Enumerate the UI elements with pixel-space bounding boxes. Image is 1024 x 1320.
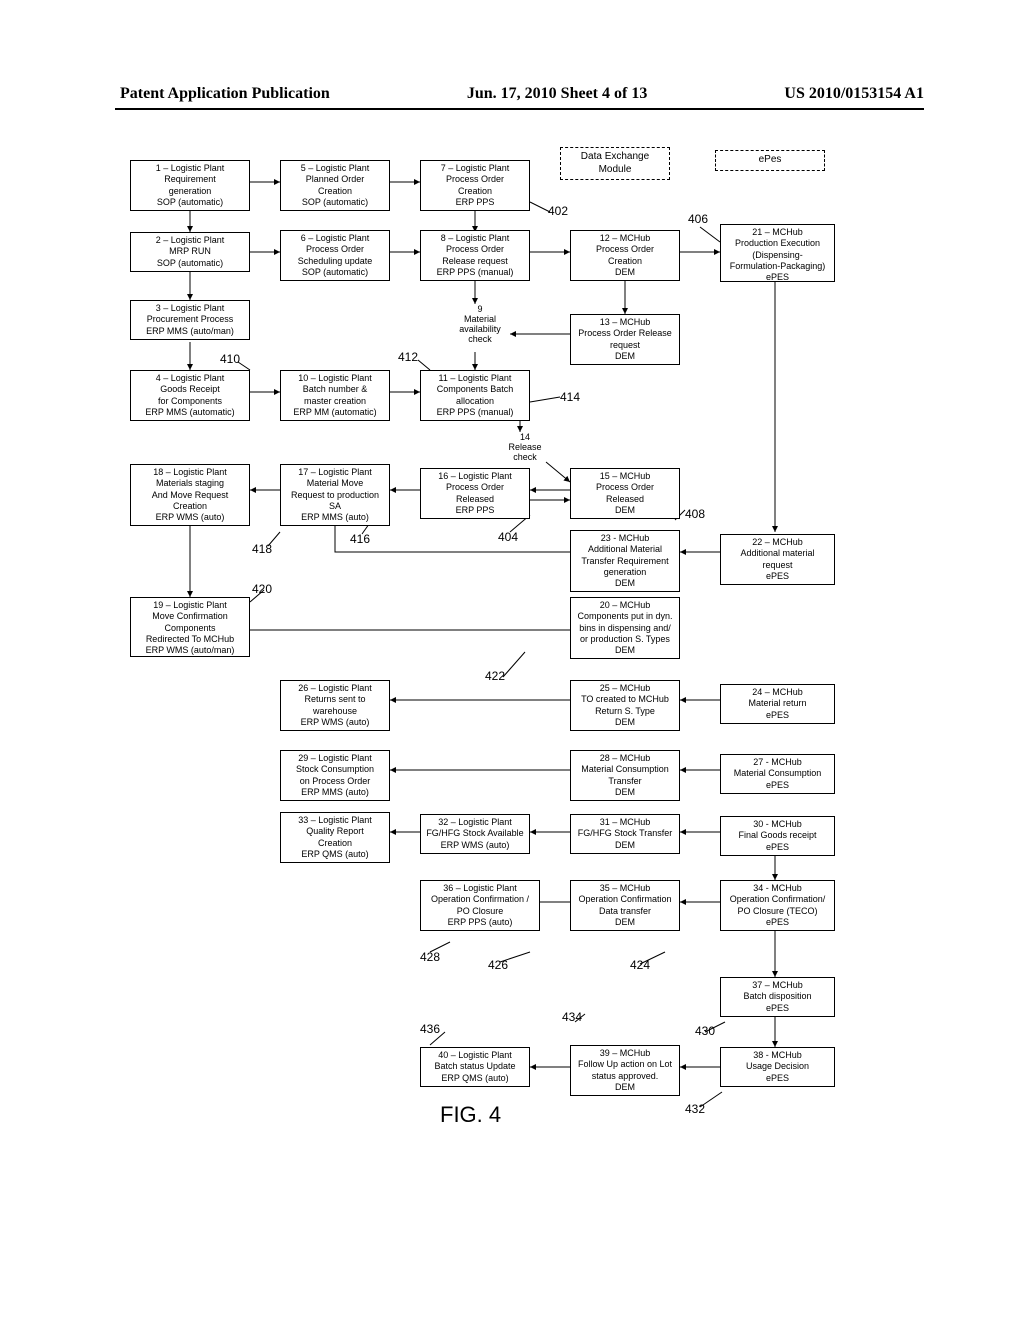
box-34: 34 - MCHubOperation Confirmation/PO Clos… [720,880,835,931]
box-32: 32 – Logistic PlantFG/HFG Stock Availabl… [420,814,530,854]
box-6: 6 – Logistic PlantProcess OrderSchedulin… [280,230,390,281]
dashed-epes: ePes [715,150,825,171]
diagram-stage: Data ExchangeModule ePes 1 – Logistic Pl… [130,152,894,1232]
box-3: 3 – Logistic PlantProcurement ProcessERP… [130,300,250,340]
node-14-text: Releasecheck [500,442,550,462]
box-12: 12 – MCHubProcess OrderCreationDEM [570,230,680,281]
box-19: 19 – Logistic PlantMove ConfirmationComp… [130,597,250,657]
callout-410: 410 [220,352,240,366]
box-7: 7 – Logistic PlantProcess OrderCreationE… [420,160,530,211]
figure-label: FIG. 4 [440,1102,501,1128]
header-right: US 2010/0153154 A1 [784,85,924,103]
header-rule [115,108,924,110]
dashed-data-exchange-module: Data ExchangeModule [560,147,670,180]
header-center: Jun. 17, 2010 Sheet 4 of 13 [467,85,647,103]
box-29: 29 – Logistic PlantStock Consumptionon P… [280,750,390,801]
callout-404: 404 [498,530,518,544]
box-25: 25 – MCHubTO created to MCHubReturn S. T… [570,680,680,731]
box-22: 22 – MCHubAdditional materialrequestePES [720,534,835,585]
callout-412: 412 [398,350,418,364]
page-header: Patent Application Publication Jun. 17, … [120,85,924,103]
callout-408: 408 [685,507,705,521]
box-27: 27 - MCHubMaterial ConsumptionePES [720,754,835,794]
box-15: 15 – MCHubProcess OrderReleasedDEM [570,468,680,519]
page: Patent Application Publication Jun. 17, … [0,0,1024,1320]
box-21: 21 – MCHubProduction Execution(Dispensin… [720,224,835,282]
box-18: 18 – Logistic PlantMaterials stagingAnd … [130,464,250,526]
callout-436: 436 [420,1022,440,1036]
box-37: 37 – MCHubBatch dispositionePES [720,977,835,1017]
box-8: 8 – Logistic PlantProcess OrderRelease r… [420,230,530,281]
box-5: 5 – Logistic PlantPlanned OrderCreationS… [280,160,390,211]
callout-416: 416 [350,532,370,546]
box-33: 33 – Logistic PlantQuality ReportCreatio… [280,812,390,863]
box-13: 13 – MCHubProcess Order ReleaserequestDE… [570,314,680,365]
callout-402: 402 [548,204,568,218]
box-40: 40 – Logistic PlantBatch status UpdateER… [420,1047,530,1087]
header-left: Patent Application Publication [120,85,330,103]
box-2: 2 – Logistic PlantMRP RUNSOP (automatic) [130,232,250,272]
node-14: 14 Releasecheck [500,432,550,462]
box-17: 17 – Logistic PlantMaterial MoveRequest … [280,464,390,526]
box-23: 23 - MCHubAdditional MaterialTransfer Re… [570,530,680,592]
box-36: 36 – Logistic PlantOperation Confirmatio… [420,880,540,931]
box-16: 16 – Logistic PlantProcess OrderReleased… [420,468,530,519]
box-28: 28 – MCHubMaterial ConsumptionTransferDE… [570,750,680,801]
callout-406: 406 [688,212,708,226]
node-14-num: 14 [500,432,550,442]
callout-428: 428 [420,950,440,964]
node-9: 9 Materialavailabilitycheck [450,304,510,344]
callout-430: 430 [695,1024,715,1038]
box-39: 39 – MCHubFollow Up action on Lotstatus … [570,1045,680,1096]
box-30: 30 - MCHubFinal Goods receiptePES [720,816,835,856]
callout-424: 424 [630,958,650,972]
box-31: 31 – MCHubFG/HFG Stock TransferDEM [570,814,680,854]
callout-420: 420 [252,582,272,596]
box-35: 35 – MCHubOperation ConfirmationData tra… [570,880,680,931]
box-1: 1 – Logistic PlantRequirementgenerationS… [130,160,250,211]
callout-434: 434 [562,1010,582,1024]
callout-418: 418 [252,542,272,556]
node-9-text: Materialavailabilitycheck [450,314,510,344]
callout-426: 426 [488,958,508,972]
box-4: 4 – Logistic PlantGoods Receiptfor Compo… [130,370,250,421]
box-26: 26 – Logistic PlantReturns sent towareho… [280,680,390,731]
box-38: 38 - MCHubUsage DecisionePES [720,1047,835,1087]
callout-422: 422 [485,669,505,683]
box-11: 11 – Logistic PlantComponents Batchalloc… [420,370,530,421]
callout-432: 432 [685,1102,705,1116]
box-24: 24 – MCHubMaterial returnePES [720,684,835,724]
node-9-num: 9 [450,304,510,314]
box-20: 20 – MCHubComponents put in dyn.bins in … [570,597,680,659]
box-10: 10 – Logistic PlantBatch number &master … [280,370,390,421]
callout-414: 414 [560,390,580,404]
